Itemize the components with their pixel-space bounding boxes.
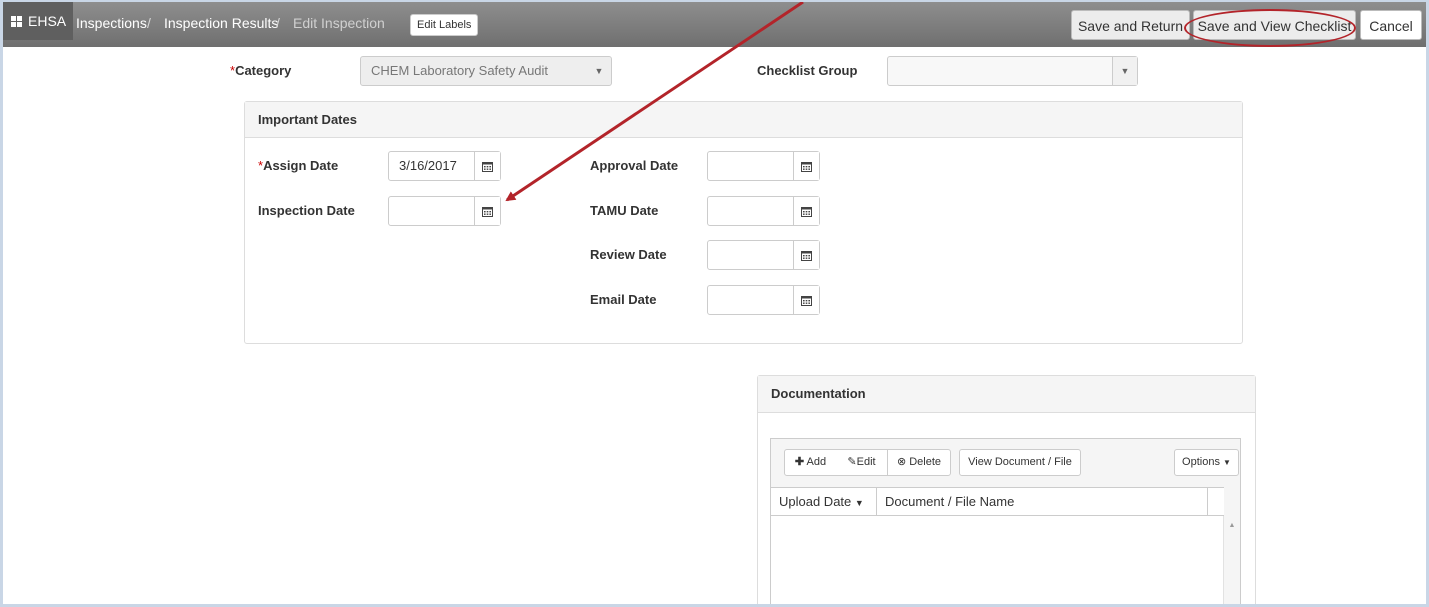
grid-body	[771, 516, 1224, 604]
approval-date-label: Approval Date	[590, 158, 679, 173]
assign-date-value: 3/16/2017	[399, 158, 457, 173]
column-document-file-name[interactable]: Document / File Name	[877, 488, 1224, 515]
remove-circle-icon: ⊗	[896, 456, 907, 468]
breadcrumb-separator: /	[276, 15, 280, 31]
app-frame: EHSA Inspections / Inspection Results / …	[3, 2, 1426, 604]
assign-date-label: *Assign Date	[258, 158, 339, 173]
options-dropdown-button[interactable]: Options ▼	[1174, 449, 1239, 476]
breadcrumb-inspection-results[interactable]: Inspection Results	[164, 15, 278, 31]
save-and-return-button[interactable]: Save and Return	[1071, 10, 1190, 40]
calendar-icon[interactable]	[793, 152, 819, 180]
brand-home-link[interactable]: EHSA	[3, 2, 73, 40]
category-value: CHEM Laboratory Safety Audit	[371, 63, 549, 78]
calendar-icon[interactable]	[793, 241, 819, 269]
pencil-icon: ✎	[847, 456, 857, 468]
category-label: *Category	[230, 63, 292, 78]
breadcrumb-current-page: Edit Inspection	[293, 15, 385, 31]
calendar-icon[interactable]	[793, 286, 819, 314]
breadcrumb-separator: /	[147, 15, 151, 31]
grid-header-spacer	[1207, 488, 1224, 515]
assign-date-input[interactable]: 3/16/2017	[388, 151, 501, 181]
edit-labels-button[interactable]: Edit Labels	[410, 14, 479, 36]
add-document-button[interactable]: ✚ Add	[784, 449, 837, 476]
calendar-icon[interactable]	[474, 152, 500, 180]
tamu-date-input[interactable]	[707, 196, 820, 226]
review-date-label: Review Date	[590, 247, 667, 262]
chevron-down-icon: ▼	[1112, 57, 1137, 85]
documentation-title: Documentation	[758, 376, 1255, 413]
email-date-label: Email Date	[590, 292, 657, 307]
inspection-date-input[interactable]	[388, 196, 501, 226]
important-dates-title: Important Dates	[245, 102, 1242, 138]
brand-label: EHSA	[28, 13, 67, 29]
category-select[interactable]: CHEM Laboratory Safety Audit ▼	[360, 56, 612, 86]
checklist-group-select[interactable]: ▼	[887, 56, 1138, 86]
documents-grid: ✚ Add ✎Edit ⊗ Delete View Document / Fil…	[770, 438, 1241, 604]
view-document-button[interactable]: View Document / File	[959, 449, 1081, 476]
calendar-icon[interactable]	[474, 197, 500, 225]
edit-document-button[interactable]: ✎Edit	[836, 449, 888, 476]
sort-desc-icon: ▼	[854, 498, 864, 508]
grid-header: Upload Date ▼ Document / File Name	[771, 487, 1224, 516]
delete-document-button[interactable]: ⊗ Delete	[887, 449, 951, 476]
review-date-input[interactable]	[707, 240, 820, 270]
breadcrumb-inspections[interactable]: Inspections	[76, 15, 147, 31]
documentation-panel: Documentation ✚ Add ✎Edit ⊗ Delete View …	[757, 375, 1256, 604]
column-upload-date[interactable]: Upload Date ▼	[771, 488, 877, 515]
inspection-date-label: Inspection Date	[258, 203, 355, 218]
calendar-icon[interactable]	[793, 197, 819, 225]
approval-date-input[interactable]	[707, 151, 820, 181]
grid-icon	[11, 15, 22, 27]
checklist-group-label: Checklist Group	[757, 63, 858, 78]
cancel-button[interactable]: Cancel	[1360, 10, 1422, 40]
caret-down-icon: ▼	[1223, 458, 1231, 467]
annotation-highlight-oval	[1184, 9, 1356, 47]
plus-icon: ✚	[794, 456, 805, 468]
tamu-date-label: TAMU Date	[590, 203, 659, 218]
chevron-down-icon: ▼	[594, 66, 604, 76]
grid-scrollbar[interactable]: ▲	[1223, 516, 1240, 604]
scroll-up-icon[interactable]: ▲	[1224, 522, 1240, 529]
email-date-input[interactable]	[707, 285, 820, 315]
